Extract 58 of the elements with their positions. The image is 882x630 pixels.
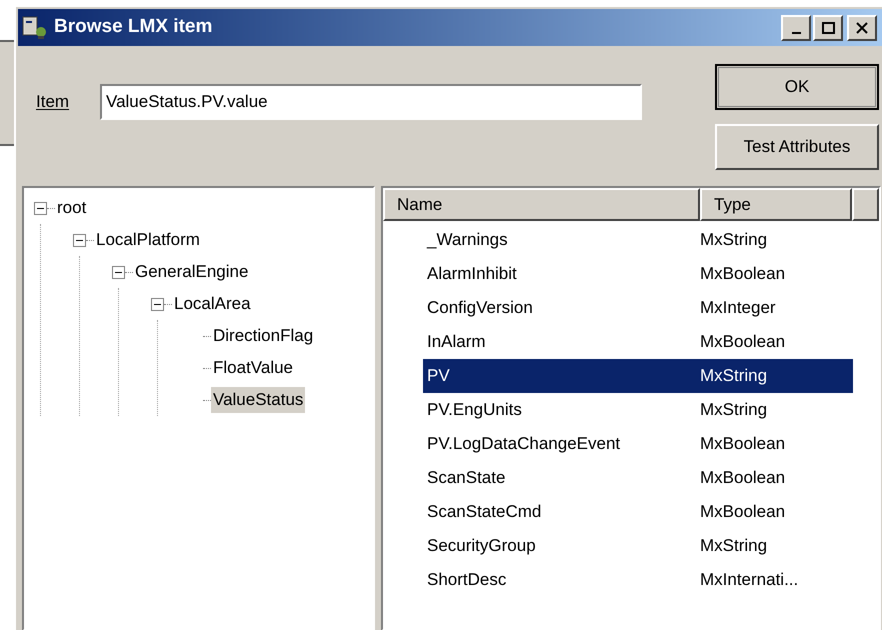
list-row[interactable]: SecurityGroup MxString [423, 529, 853, 563]
column-header[interactable]: Name [383, 188, 700, 221]
table-cell-text: PV.EngUnits [426, 399, 523, 422]
tree-item[interactable]: FloatValue [211, 355, 296, 381]
tree-item[interactable]: GeneralEngine [133, 259, 250, 285]
ok-button[interactable]: OK [715, 64, 879, 110]
list-row[interactable]: PV MxString [423, 359, 853, 393]
table-cell-text: MxBoolean [700, 433, 786, 456]
table-cell-text: AlarmInhibit [426, 263, 518, 286]
maximize-button[interactable] [813, 14, 843, 40]
app-icon [22, 16, 48, 40]
tree-item[interactable]: LocalArea [172, 291, 253, 317]
table-cell-text: _Warnings [426, 229, 509, 252]
minimize-button[interactable] [781, 14, 811, 40]
list-row[interactable]: InAlarm MxBoolean [423, 325, 853, 359]
list-row[interactable]: ConfigVersion MxInteger [423, 291, 853, 325]
table-cell-text: PV.LogDataChangeEvent [426, 433, 622, 456]
table-cell-text: PV [426, 365, 451, 388]
close-icon [856, 22, 868, 34]
collapse-toggle[interactable] [73, 234, 86, 246]
list-row[interactable]: PV.EngUnits MxString [423, 393, 853, 427]
table-cell-text: MxBoolean [700, 501, 786, 524]
list-row[interactable]: ScanState MxBoolean [423, 461, 853, 495]
minimize-icon [792, 32, 800, 34]
table-cell-text: ShortDesc [426, 569, 508, 592]
table-cell-text: ScanState [426, 467, 506, 490]
table-cell-text: MxString [700, 535, 768, 558]
list-row[interactable]: PV.LogDataChangeEvent MxBoolean [423, 427, 853, 461]
table-cell-text: MxInternati... [700, 569, 798, 592]
list-row[interactable]: _Warnings MxString [423, 223, 853, 257]
list-row[interactable]: ShortDesc MxInternati... [423, 563, 853, 597]
collapse-toggle[interactable] [151, 298, 164, 310]
tree-item[interactable]: root [55, 195, 88, 221]
tree-item[interactable]: ValueStatus [211, 387, 306, 413]
close-button[interactable] [847, 14, 877, 40]
collapse-toggle[interactable] [112, 266, 125, 278]
item-input-field[interactable]: ValueStatus.PV.value [100, 84, 642, 120]
table-cell-text: MxBoolean [700, 331, 786, 354]
table-cell-text: MxInteger [700, 297, 776, 320]
column-header[interactable]: Type [700, 188, 852, 221]
table-cell-text: SecurityGroup [426, 535, 537, 558]
table-cell-text: InAlarm [426, 331, 487, 354]
tree-item[interactable]: DirectionFlag [211, 323, 316, 349]
table-cell-text: ScanStateCmd [426, 501, 542, 524]
collapse-toggle[interactable] [34, 202, 47, 214]
table-cell-text: MxBoolean [700, 263, 786, 286]
table-cell-text: MxString [700, 399, 768, 422]
table-cell-text: MxBoolean [700, 467, 786, 490]
test-attributes-button[interactable]: Test Attributes [715, 124, 879, 170]
table-cell-text: MxString [700, 365, 768, 388]
list-row[interactable]: ScanStateCmd MxBoolean [423, 495, 853, 529]
window-title: Browse LMX item [54, 15, 212, 40]
table-cell-text: MxString [700, 229, 768, 252]
table-cell-text: ConfigVersion [426, 297, 534, 320]
item-label: Item [36, 91, 70, 114]
tree-item[interactable]: LocalPlatform [94, 227, 202, 253]
list-row[interactable]: AlarmInhibit MxBoolean [423, 257, 853, 291]
maximize-icon [822, 22, 834, 34]
